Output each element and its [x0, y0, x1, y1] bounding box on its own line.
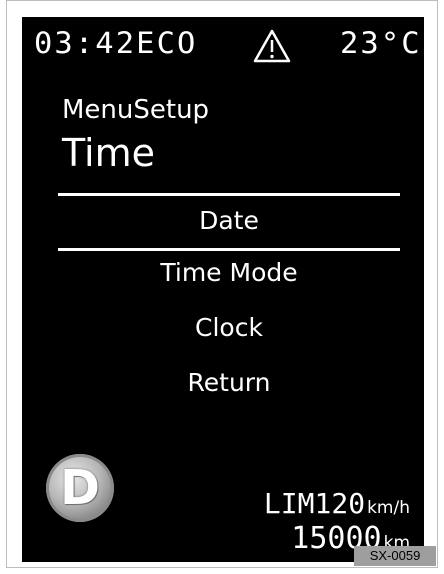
menu-item-date[interactable]: Date: [58, 199, 400, 251]
figure-caption: SX-0059: [354, 546, 436, 566]
gear-letter: D: [60, 460, 100, 516]
warning-triangle-icon: [253, 29, 291, 63]
menu-item-clock[interactable]: Clock: [58, 306, 400, 361]
speed-limit-unit: km/h: [367, 498, 410, 518]
menu-item-return[interactable]: Return: [58, 361, 400, 416]
drive-mode: ECO: [136, 26, 198, 60]
speed-limit-label: LIM: [263, 487, 315, 520]
clock-mode-readout: 03:42ECO: [34, 26, 197, 60]
outside-temperature: 23°C: [340, 26, 422, 60]
gear-indicator: D: [46, 454, 114, 522]
status-bar: 03:42ECO 23°C: [22, 17, 424, 77]
clock-time: 03:42: [34, 26, 137, 60]
speed-limit-value: 120: [314, 487, 366, 520]
menu-title: Time: [62, 131, 155, 175]
cluster-display: 03:42ECO 23°C MenuSetup Time Date Time M…: [22, 17, 424, 562]
menu-item-time-mode[interactable]: Time Mode: [58, 251, 400, 306]
speed-limit-readout: LIM120 km/h: [264, 487, 410, 520]
menu-list: Date Time Mode Clock Return: [58, 199, 400, 416]
menu-group-title: MenuSetup: [62, 95, 210, 125]
selection-line-top: [58, 193, 400, 196]
